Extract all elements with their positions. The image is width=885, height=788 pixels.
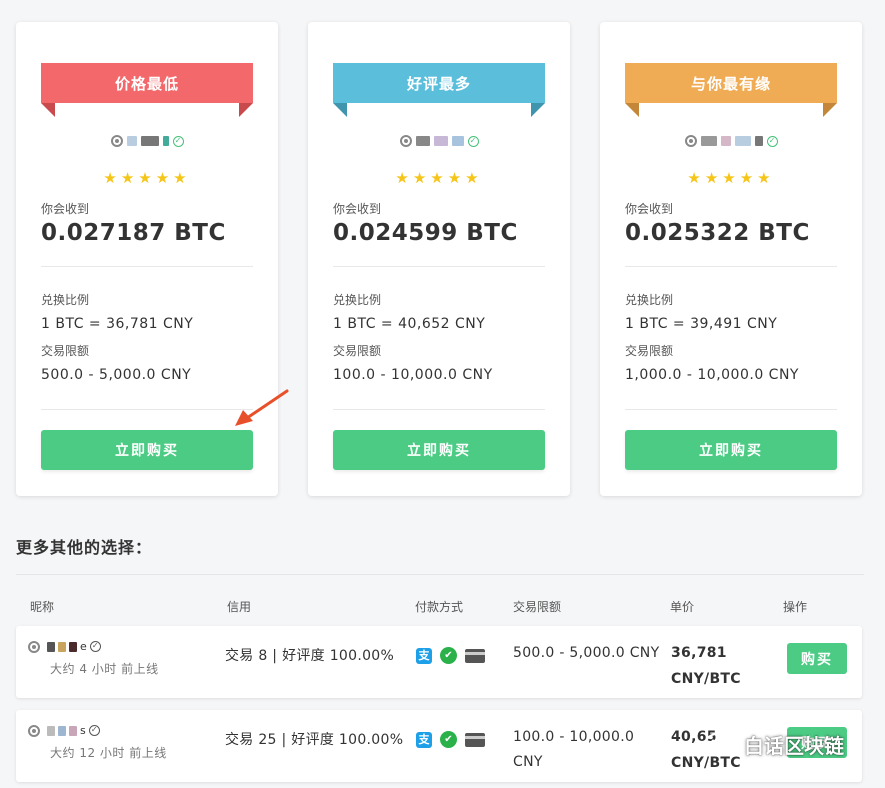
divider (333, 409, 545, 410)
seller-name[interactable]: e ✓ (28, 640, 101, 653)
radio-icon (28, 724, 40, 737)
pointer-arrow-icon (235, 389, 289, 426)
buy-now-button[interactable]: 立即购买 (41, 430, 253, 470)
rate-value: 1 BTC = 40,652 CNY (333, 316, 486, 332)
rate-label: 兑换比例 (333, 293, 382, 307)
verified-icon: ✓ (89, 641, 101, 652)
watermark: 白话区块链 (704, 730, 844, 759)
seller-name[interactable]: ✓ (308, 135, 570, 147)
bank-card-icon (465, 648, 485, 663)
verified-icon: ✓ (172, 135, 184, 147)
radio-icon (684, 135, 697, 147)
ribbon: 价格最低 (41, 63, 253, 119)
trade-limit-currency: CNY (513, 754, 543, 770)
verified-icon: ✓ (467, 135, 479, 147)
rate-value: 1 BTC = 39,491 CNY (625, 316, 778, 332)
divider (41, 266, 253, 267)
credit-info: 交易 8 | 好评度 100.00% (225, 648, 395, 664)
ribbon-label: 与你最有缘 (625, 63, 837, 103)
limit-value: 500.0 - 5,000.0 CNY (41, 367, 192, 383)
wechat-icon: ✔ (440, 647, 457, 664)
column-header-price: 单价 (670, 600, 695, 614)
payment-methods: 支 ✔ (416, 647, 485, 664)
verified-icon: ✓ (88, 725, 100, 736)
radio-icon (110, 135, 123, 147)
limit-label: 交易限额 (625, 344, 674, 358)
trade-limit: 100.0 - 10,000.0 (513, 729, 635, 745)
radio-icon (28, 640, 40, 653)
ribbon-label: 好评最多 (333, 63, 545, 103)
divider (16, 574, 864, 575)
trade-limit: 500.0 - 5,000.0 CNY (513, 645, 660, 661)
offer-card-best-rated: 好评最多 ✓ ★★★★★ 你会收到 0.024599 BTC 兑换比例 1 BT… (308, 22, 570, 496)
limit-label: 交易限额 (41, 344, 90, 358)
limit-label: 交易限额 (333, 344, 382, 358)
seller-name[interactable]: s ✓ (28, 724, 100, 737)
unit-price: 36,781 (671, 645, 727, 661)
radio-icon (399, 135, 412, 147)
featured-offers: 价格最低 ✓ ★★★★★ 你会收到 0.027187 BTC 兑换比例 1 BT… (16, 22, 864, 496)
unit-price-currency: CNY/BTC (671, 671, 741, 687)
credit-info: 交易 25 | 好评度 100.00% (225, 732, 404, 748)
ribbon: 与你最有缘 (625, 63, 837, 119)
rate-value: 1 BTC = 36,781 CNY (41, 316, 194, 332)
rate-label: 兑换比例 (625, 293, 674, 307)
receive-label: 你会收到 (333, 202, 382, 216)
limit-value: 100.0 - 10,000.0 CNY (333, 367, 493, 383)
receive-label: 你会收到 (41, 202, 90, 216)
table-header: 昵称 信用 付款方式 交易限额 单价 操作 (0, 598, 885, 616)
divider (625, 409, 837, 410)
ribbon-label: 价格最低 (41, 63, 253, 103)
column-header-payment: 付款方式 (415, 600, 464, 614)
divider (41, 409, 253, 410)
payment-methods: 支 ✔ (416, 731, 485, 748)
column-header-action: 操作 (783, 600, 808, 614)
rate-label: 兑换比例 (41, 293, 90, 307)
more-options-title: 更多其他的选择： (16, 538, 153, 557)
alipay-icon: 支 (416, 647, 432, 664)
rating-stars: ★★★★★ (687, 169, 775, 187)
column-header-credit: 信用 (227, 600, 252, 614)
buy-button[interactable]: 购买 (787, 643, 847, 674)
ribbon: 好评最多 (333, 63, 545, 119)
divider (333, 266, 545, 267)
rating-stars: ★★★★★ (103, 169, 191, 187)
buy-now-button[interactable]: 立即购买 (333, 430, 545, 470)
last-online: 大约 12 小时 前上线 (50, 746, 167, 760)
receive-value: 0.024599 BTC (333, 220, 518, 246)
wechat-logo-icon (705, 732, 737, 756)
limit-value: 1,000.0 - 10,000.0 CNY (625, 367, 799, 383)
watermark-text: 白话区块链 (744, 734, 844, 758)
verified-icon: ✓ (766, 135, 778, 147)
last-online: 大约 4 小时 前上线 (50, 662, 159, 676)
buy-now-button[interactable]: 立即购买 (625, 430, 837, 470)
column-header-nickname: 昵称 (30, 600, 55, 614)
offer-card-best-match: 与你最有缘 ✓ ★★★★★ 你会收到 0.025322 BTC 兑换比例 1 B… (600, 22, 862, 496)
seller-name[interactable]: ✓ (16, 135, 278, 147)
alipay-icon: 支 (416, 731, 432, 748)
receive-value: 0.027187 BTC (41, 220, 226, 246)
bank-card-icon (465, 732, 485, 747)
wechat-icon: ✔ (440, 731, 457, 748)
table-row: e ✓ 大约 4 小时 前上线 交易 8 | 好评度 100.00% 支 ✔ 5… (16, 626, 862, 698)
rating-stars: ★★★★★ (395, 169, 483, 187)
column-header-limit: 交易限额 (513, 600, 562, 614)
seller-name[interactable]: ✓ (600, 135, 862, 147)
receive-value: 0.025322 BTC (625, 220, 810, 246)
receive-label: 你会收到 (625, 202, 674, 216)
divider (625, 266, 837, 267)
